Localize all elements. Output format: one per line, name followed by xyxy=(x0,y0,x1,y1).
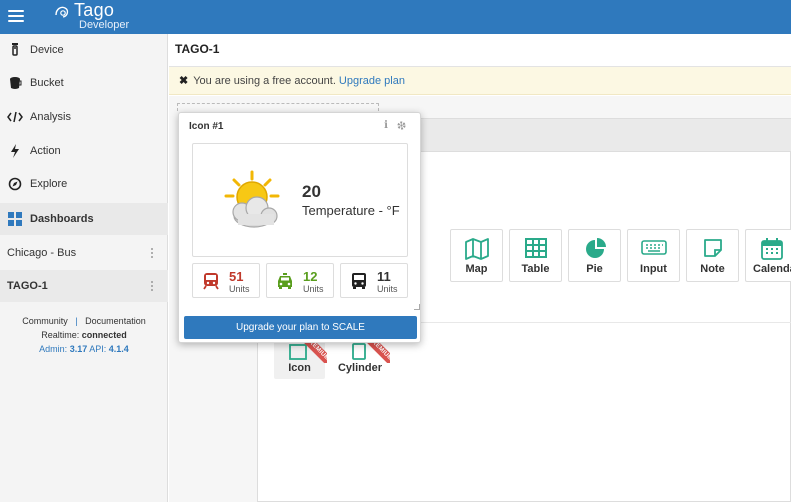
keyboard-icon xyxy=(628,238,679,260)
top-bar: Tago Developer xyxy=(0,0,791,34)
code-icon xyxy=(7,109,23,125)
train-units-box: 51 Units xyxy=(192,263,260,298)
bus-icon xyxy=(352,273,366,289)
more-options-icon[interactable] xyxy=(150,280,154,292)
admin-label: Admin: xyxy=(39,344,68,354)
temperature-label: Temperature - °F xyxy=(302,203,400,218)
realtime-status: connected xyxy=(81,330,127,340)
partly-cloudy-icon xyxy=(224,170,280,228)
notice-text: You are using a free account. xyxy=(193,74,336,87)
display-tile-label: Cylinder xyxy=(337,362,382,374)
widget-tile-note[interactable]: Note xyxy=(686,229,739,282)
bus-units-box: 11 Units xyxy=(340,263,408,298)
admin-version: 3.17 xyxy=(69,344,88,354)
widget-tile-pie[interactable]: Pie xyxy=(568,229,621,282)
unit-value: 11 xyxy=(377,269,391,284)
widget-tile-calendar[interactable]: Calendar xyxy=(745,229,791,282)
resize-handle[interactable] xyxy=(414,304,420,310)
page-title: TAGO-1 xyxy=(175,42,220,56)
sidebar-item-label: Explore xyxy=(30,178,68,190)
icon-widget-card[interactable]: Icon #1 i 20 Temperature - °F 51 Units 1… xyxy=(178,112,421,343)
info-icon[interactable]: i xyxy=(382,120,390,132)
api-version: 4.1.4 xyxy=(108,344,129,354)
widget-tile-label: Table xyxy=(521,263,550,275)
free-account-notice: ✖ You are using a free account. Upgrade … xyxy=(169,67,791,95)
unit-label: Units xyxy=(303,284,324,294)
api-label: API: xyxy=(89,344,107,354)
thermometer-icon xyxy=(7,42,23,58)
taxi-units-box: 12 Units xyxy=(266,263,334,298)
train-icon xyxy=(203,273,219,290)
footer-separator: | xyxy=(75,316,78,326)
realtime-label: Realtime: xyxy=(41,330,80,340)
gear-icon[interactable] xyxy=(396,120,407,131)
sidebar-item-dashboards[interactable]: Dashboards xyxy=(0,203,168,235)
menu-icon[interactable] xyxy=(8,8,24,24)
widget-drop-slot[interactable] xyxy=(177,103,379,111)
dashboard-item-label: TAGO-1 xyxy=(7,280,48,292)
display-tile-label: Icon xyxy=(288,362,311,374)
widget-tile-table[interactable]: Table xyxy=(509,229,562,282)
table-icon xyxy=(510,238,561,260)
unit-label: Units xyxy=(229,284,250,294)
bolt-icon xyxy=(7,143,23,159)
unit-value: 12 xyxy=(303,269,318,284)
unit-value: 51 xyxy=(229,269,244,284)
documentation-link[interactable]: Documentation xyxy=(85,316,146,326)
sidebar-item-analysis[interactable]: Analysis xyxy=(0,101,168,133)
compass-icon xyxy=(7,176,23,192)
temperature-value: 20 xyxy=(302,182,321,201)
sidebar-item-bucket[interactable]: Bucket xyxy=(0,67,168,99)
sidebar-item-label: Device xyxy=(30,44,64,56)
dashboard-item-chicago-bus[interactable]: Chicago - Bus xyxy=(0,237,168,269)
taxi-icon xyxy=(278,273,292,289)
calendar-icon xyxy=(746,238,791,260)
display-tile-icon[interactable]: PREMIUM Icon xyxy=(274,337,327,379)
tago-logo-icon xyxy=(55,6,69,18)
widget-tile-label: Pie xyxy=(586,263,603,275)
pie-chart-icon xyxy=(569,238,620,260)
dashboard-item-label: Chicago - Bus xyxy=(7,247,77,259)
sidebar-footer: Community | Documentation Realtime: conn… xyxy=(0,314,168,356)
weather-display: 20 Temperature - °F xyxy=(192,143,408,257)
widget-tile-label: Map xyxy=(465,263,488,275)
sidebar-item-explore[interactable]: Explore xyxy=(0,168,168,200)
dashboards-icon xyxy=(7,211,23,227)
sidebar: Device Bucket Analysis Action Explore Da… xyxy=(0,34,168,502)
dashboard-item-tago-1[interactable]: TAGO-1 xyxy=(0,270,168,302)
community-link[interactable]: Community xyxy=(22,316,68,326)
upgrade-plan-link[interactable]: Upgrade plan xyxy=(339,75,405,87)
note-icon xyxy=(687,238,738,260)
brand-name: Tago xyxy=(74,0,115,20)
bucket-icon xyxy=(7,75,23,91)
sidebar-item-device[interactable]: Device xyxy=(0,34,168,66)
brand-subtitle: Developer xyxy=(79,19,130,31)
sidebar-item-label: Analysis xyxy=(30,111,71,123)
sidebar-item-action[interactable]: Action xyxy=(0,135,168,167)
upgrade-plan-button[interactable]: Upgrade your plan to SCALE xyxy=(184,316,417,339)
display-tile-cylinder[interactable]: PREMIUM Cylinder xyxy=(332,337,390,379)
widget-tile-label: Calendar xyxy=(753,263,791,275)
unit-label: Units xyxy=(377,284,398,294)
widget-tile-map[interactable]: Map xyxy=(450,229,503,282)
more-options-icon[interactable] xyxy=(150,247,154,259)
close-icon[interactable]: ✖ xyxy=(179,74,188,87)
widget-tile-input[interactable]: Input xyxy=(627,229,680,282)
map-icon xyxy=(451,238,502,260)
sidebar-item-label: Bucket xyxy=(30,77,64,89)
widget-title: Icon #1 xyxy=(189,121,224,132)
sidebar-item-label: Action xyxy=(30,145,61,157)
widget-tile-label: Note xyxy=(700,263,725,275)
sidebar-item-label: Dashboards xyxy=(30,213,94,225)
widget-tile-label: Input xyxy=(640,263,667,275)
